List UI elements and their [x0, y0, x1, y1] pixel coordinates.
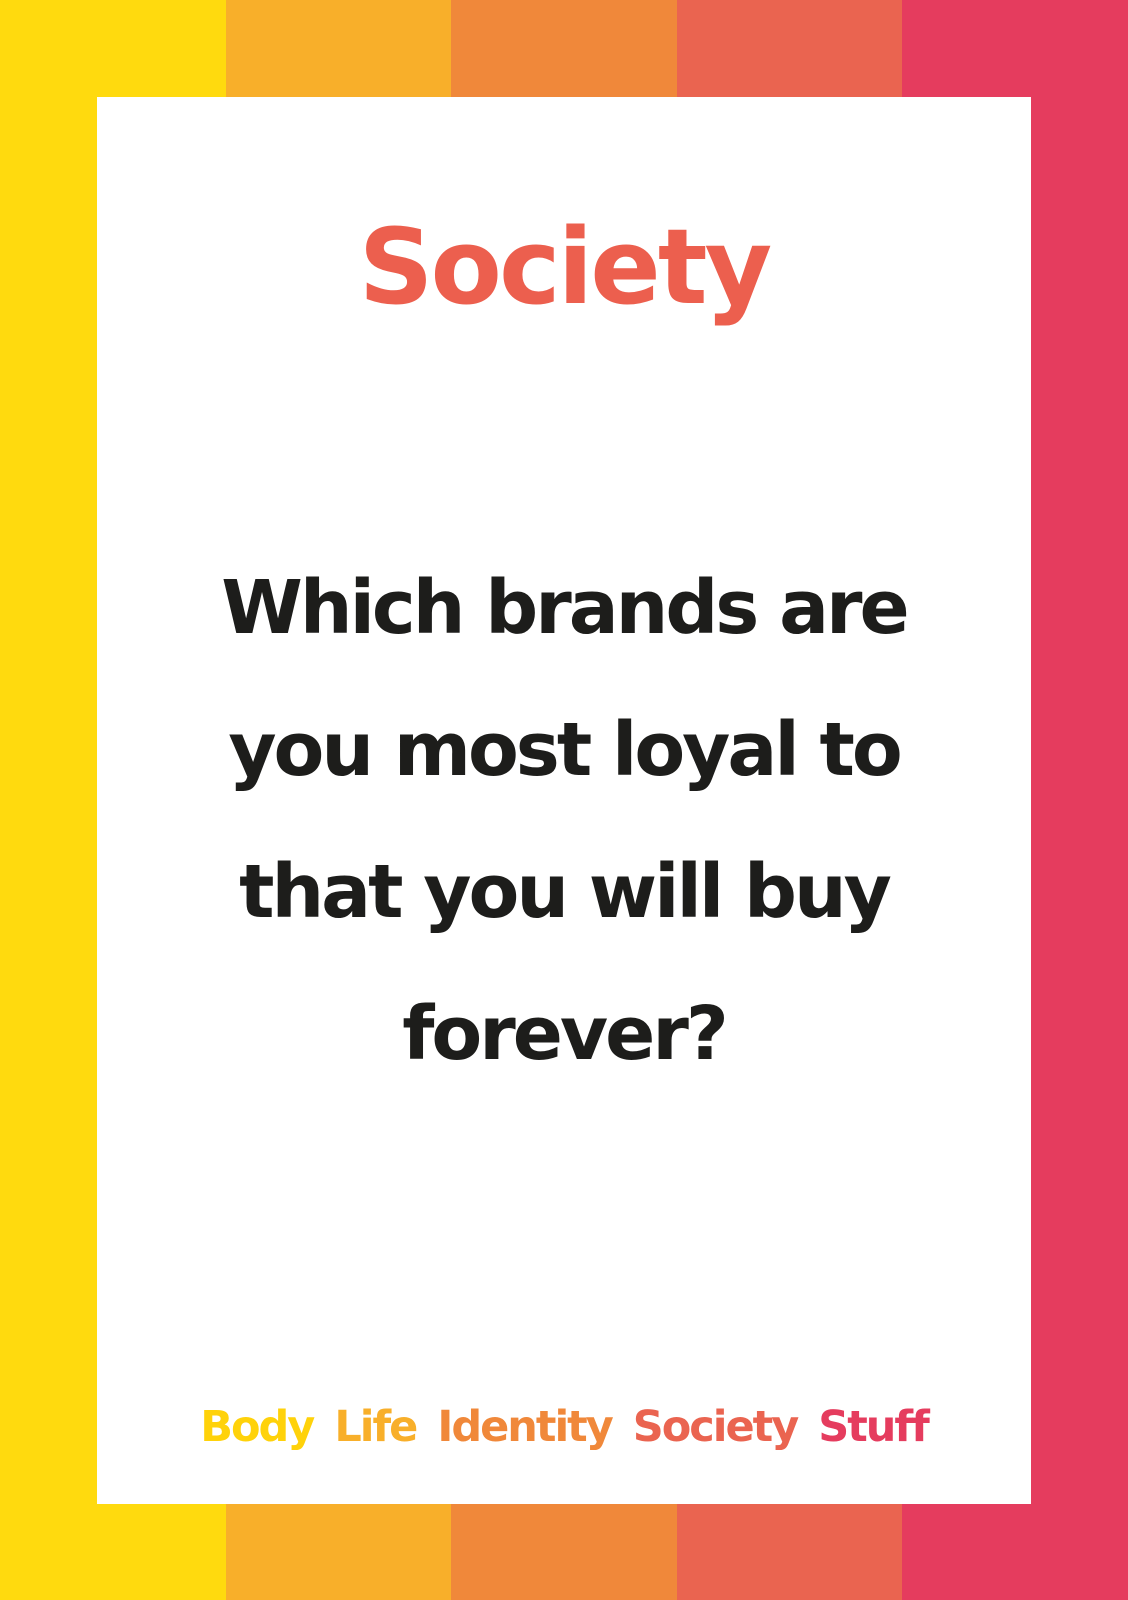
footer-item-society: Society	[632, 1402, 799, 1452]
question-text: Which brands are you most loyal to that …	[221, 565, 909, 1077]
footer-item-life: Life	[334, 1402, 418, 1452]
footer-item-identity: Identity	[437, 1402, 613, 1452]
footer-item-body: Body	[200, 1402, 315, 1452]
category-title: Society	[358, 206, 773, 328]
question-card: Society Which brands are you most loyal …	[97, 97, 1031, 1504]
footer-item-stuff: Stuff	[818, 1402, 930, 1452]
category-footer: Body Life Identity Society Stuff	[97, 1402, 1031, 1454]
